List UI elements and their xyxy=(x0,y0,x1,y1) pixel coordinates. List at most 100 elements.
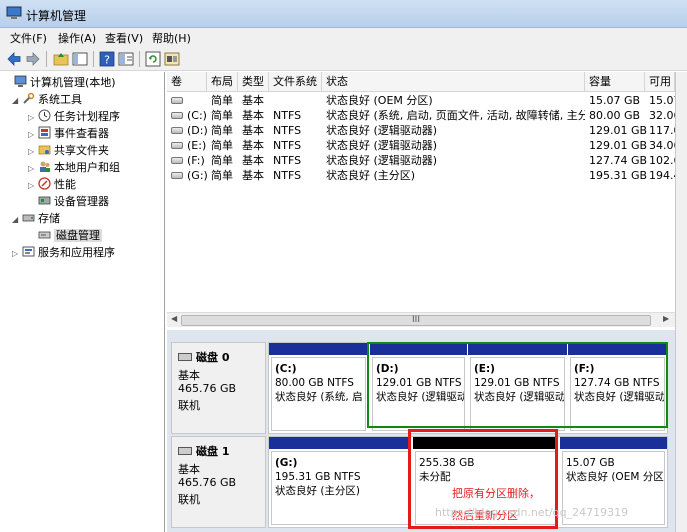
cell-free: 117.0 xyxy=(649,124,675,137)
tree-expander[interactable]: ▷ xyxy=(28,143,38,160)
rescan-disks-icon[interactable] xyxy=(163,50,181,68)
tree-expander[interactable]: ◢ xyxy=(12,211,22,228)
tree-item-device-manager[interactable]: 设备管理器 xyxy=(28,193,109,210)
cell-layout: 简单 xyxy=(211,154,233,167)
tree-expander[interactable]: ▷ xyxy=(28,160,38,177)
table-row[interactable]: (C:) 简单 基本 NTFS 状态良好 (系统, 启动, 页面文件, 活动, … xyxy=(167,108,675,123)
drive-icon xyxy=(171,142,183,149)
partition-g[interactable]: (G:) 195.31 GB NTFS 状态良好 (主分区) xyxy=(269,437,411,527)
menu-action[interactable]: 操作(A) xyxy=(56,30,98,46)
partition-size: 195.31 GB NTFS xyxy=(275,471,361,483)
computer-management-icon xyxy=(6,6,22,19)
disk-kind: 基本 xyxy=(178,369,200,382)
properties-icon[interactable] xyxy=(117,50,135,68)
disk-status: 联机 xyxy=(178,399,200,412)
partition-name: (G:) xyxy=(275,457,298,469)
cell-capacity: 195.31 GB xyxy=(589,169,648,182)
scrollbar-thumb[interactable]: III xyxy=(181,315,651,326)
disk-management-icon xyxy=(38,231,51,239)
cell-layout: 简单 xyxy=(211,109,233,122)
tree-item-label: 共享文件夹 xyxy=(54,144,109,157)
tree-expander[interactable]: ▷ xyxy=(28,109,38,126)
menu-file[interactable]: 文件(F) xyxy=(8,30,49,46)
tree-item-label: 计算机管理(本地) xyxy=(30,76,116,89)
svg-text:?: ? xyxy=(104,54,110,67)
disk-icon xyxy=(178,447,192,455)
cell-volume: (D:) xyxy=(171,123,207,138)
column-header-filesystem[interactable]: 文件系统 xyxy=(269,72,322,92)
cell-capacity: 15.07 GB xyxy=(589,94,641,107)
cell-status: 状态良好 (逻辑驱动器) xyxy=(326,124,438,137)
partition-bar xyxy=(269,343,368,355)
cell-capacity: 129.01 GB xyxy=(589,124,648,137)
tree-item-performance[interactable]: ▷ 性能 xyxy=(28,176,76,193)
scroll-right-icon[interactable]: ▶ xyxy=(663,314,669,323)
performance-icon xyxy=(38,177,51,190)
cell-status: 状态良好 (系统, 启动, 页面文件, 活动, 故障转储, 主分区) xyxy=(326,109,585,122)
column-header-free[interactable]: 可用 xyxy=(645,72,675,92)
show-hide-tree-icon[interactable] xyxy=(71,50,89,68)
cell-type: 基本 xyxy=(242,94,264,107)
help-icon[interactable]: ? xyxy=(98,50,116,68)
cell-filesystem: NTFS xyxy=(273,169,302,182)
column-header-status[interactable]: 状态 xyxy=(322,72,585,92)
navigation-tree: 计算机管理(本地) ◢ 系统工具 ▷ 任务计划程序 ▷ 事件查看器 ▷ 共享文件夹 ▷ 本… xyxy=(0,72,165,532)
menu-bar: 文件(F) 操作(A) 查看(V) 帮助(H) xyxy=(0,28,687,47)
tree-item-computer-management[interactable]: 计算机管理(本地) xyxy=(4,74,116,91)
tree-item-services-applications[interactable]: ▷ 服务和应用程序 xyxy=(12,244,115,261)
actions-pane-edge[interactable] xyxy=(675,72,687,532)
column-header-type[interactable]: 类型 xyxy=(238,72,269,92)
tree-expander[interactable]: ◢ xyxy=(12,92,22,109)
table-row[interactable]: (E:) 简单 基本 NTFS 状态良好 (逻辑驱动器) 129.01 GB 3… xyxy=(167,138,675,153)
toolbar-separator xyxy=(46,51,47,67)
menu-view[interactable]: 查看(V) xyxy=(103,30,145,46)
table-row[interactable]: (G:) 简单 基本 NTFS 状态良好 (主分区) 195.31 GB 194… xyxy=(167,168,675,183)
disk-0-label[interactable]: 磁盘 0 基本 465.76 GB 联机 xyxy=(171,342,266,434)
clock-icon xyxy=(38,109,51,122)
disk-1-label[interactable]: 磁盘 1 基本 465.76 GB 联机 xyxy=(171,436,266,528)
up-folder-icon[interactable] xyxy=(52,50,70,68)
toolbar-separator xyxy=(93,51,94,67)
column-header-layout[interactable]: 布局 xyxy=(207,72,238,92)
column-header-volume[interactable]: 卷 xyxy=(167,72,207,92)
device-manager-icon xyxy=(38,196,51,205)
cell-type: 基本 xyxy=(242,139,264,152)
tree-item-label: 服务和应用程序 xyxy=(38,246,115,259)
cell-volume: (E:) xyxy=(171,138,207,153)
back-arrow-icon[interactable] xyxy=(5,50,23,68)
tree-item-event-viewer[interactable]: ▷ 事件查看器 xyxy=(28,125,109,142)
partition-size: 15.07 GB xyxy=(566,457,615,469)
tree-expander[interactable]: ▷ xyxy=(28,126,38,143)
cell-layout: 简单 xyxy=(211,169,233,182)
tree-item-storage[interactable]: ◢ 存储 xyxy=(12,210,60,227)
tools-icon xyxy=(23,92,35,104)
tree-item-task-scheduler[interactable]: ▷ 任务计划程序 xyxy=(28,108,120,125)
table-row[interactable]: (D:) 简单 基本 NTFS 状态良好 (逻辑驱动器) 129.01 GB 1… xyxy=(167,123,675,138)
tree-item-system-tools[interactable]: ◢ 系统工具 xyxy=(12,91,82,108)
scroll-left-icon[interactable]: ◀ xyxy=(171,314,177,323)
tree-expander[interactable]: ▷ xyxy=(28,177,38,194)
event-viewer-icon xyxy=(38,126,51,139)
tree-expander[interactable]: ▷ xyxy=(12,245,22,262)
cell-type: 基本 xyxy=(242,124,264,137)
cell-capacity: 129.01 GB xyxy=(589,139,648,152)
horizontal-scrollbar[interactable]: ◀ III ▶ xyxy=(167,312,675,327)
annotation-text-line1: 把原有分区删除， xyxy=(452,487,540,500)
tree-item-disk-management[interactable]: 磁盘管理 xyxy=(28,227,102,244)
refresh-icon[interactable] xyxy=(144,50,162,68)
shared-folder-icon xyxy=(38,145,51,155)
users-icon xyxy=(40,161,50,172)
cell-status: 状态良好 (主分区) xyxy=(326,169,416,182)
partition-c[interactable]: (C:) 80.00 GB NTFS 状态良好 (系统, 启 xyxy=(269,343,368,433)
menu-help[interactable]: 帮助(H) xyxy=(150,30,193,46)
tree-item-label: 磁盘管理 xyxy=(54,229,102,242)
table-row[interactable]: (F:) 简单 基本 NTFS 状态良好 (逻辑驱动器) 127.74 GB 1… xyxy=(167,153,675,168)
column-header-capacity[interactable]: 容量 xyxy=(585,72,645,92)
tree-item-local-users-groups[interactable]: ▷ 本地用户和组 xyxy=(28,159,120,176)
tree-item-shared-folders[interactable]: ▷ 共享文件夹 xyxy=(28,142,109,159)
partition-bar xyxy=(269,437,411,449)
cell-layout: 简单 xyxy=(211,139,233,152)
table-row[interactable]: 简单 基本 状态良好 (OEM 分区) 15.07 GB 15.07 xyxy=(167,93,675,108)
cell-volume: (F:) xyxy=(171,153,207,168)
forward-arrow-icon[interactable] xyxy=(24,50,42,68)
